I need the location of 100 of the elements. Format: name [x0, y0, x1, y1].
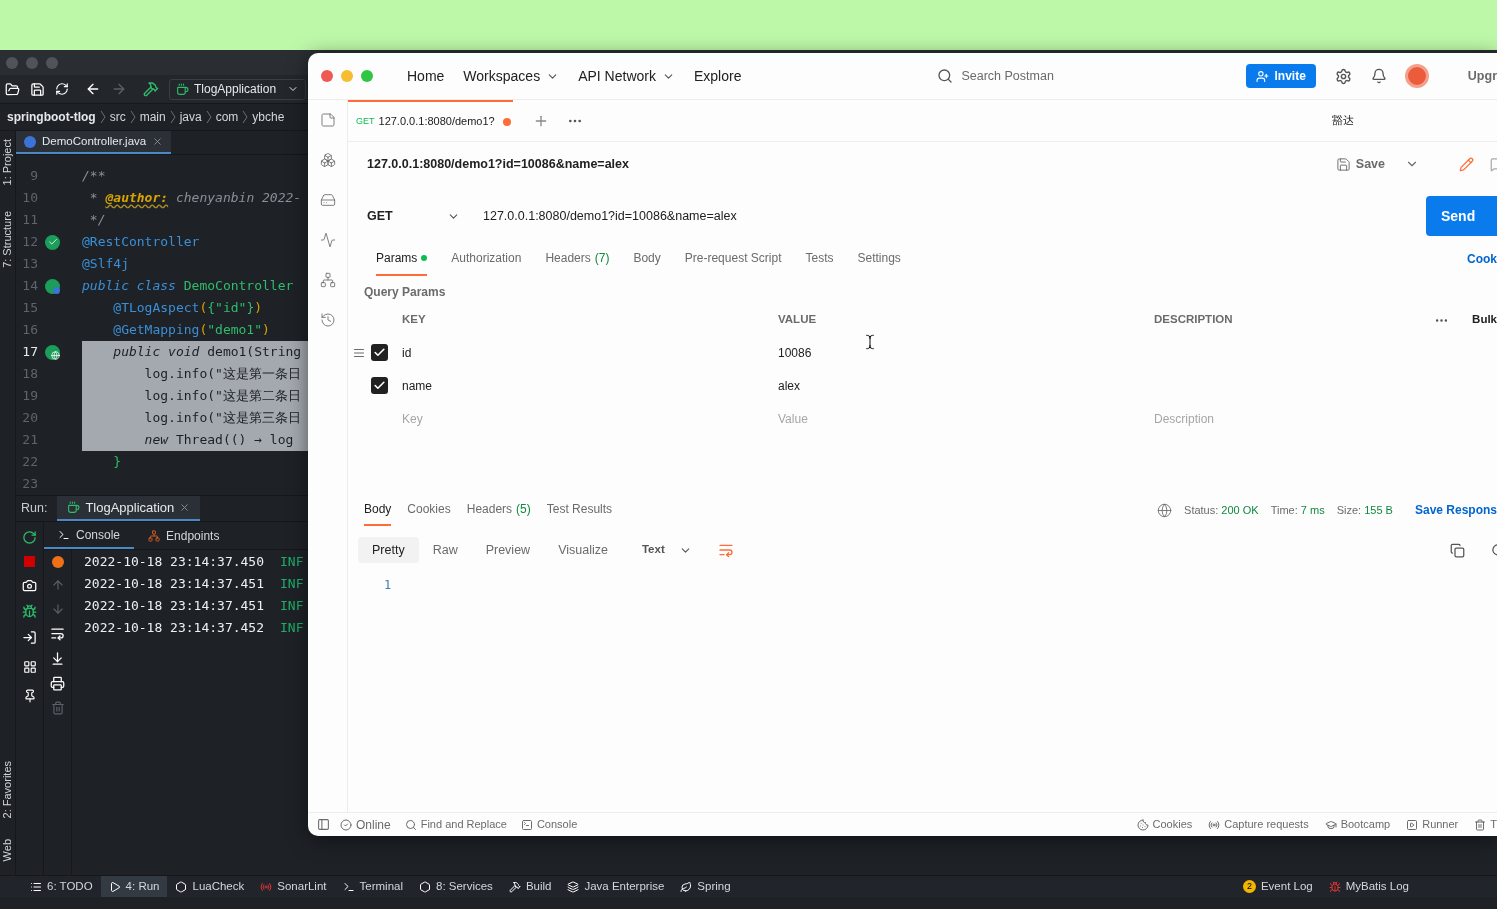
invite-button[interactable]: Invite [1246, 64, 1316, 88]
scroll-to-end-icon[interactable] [50, 651, 65, 666]
cookies-link[interactable]: Cook [1467, 250, 1497, 268]
nav-item[interactable]: Explore [693, 65, 742, 87]
camera-icon[interactable] [22, 578, 37, 593]
editor-tab[interactable]: DemoController.java [16, 131, 172, 154]
tool-window-tab[interactable]: Terminal [334, 875, 411, 898]
breadcrumb-item[interactable]: springboot-tlog [7, 108, 96, 126]
rerun-icon[interactable] [22, 530, 37, 545]
footer-item[interactable]: Runner [1406, 816, 1459, 833]
side-tool-tab[interactable]: 1: Project [0, 139, 16, 186]
avatar[interactable] [1404, 64, 1429, 88]
run-config-dropdown[interactable]: TlogApplication [169, 78, 307, 100]
copy-icon[interactable] [1450, 542, 1465, 558]
console-tab[interactable]: Endpoints [134, 522, 234, 549]
history-icon[interactable] [319, 312, 336, 328]
response-tab[interactable]: Headers (5) [466, 494, 531, 526]
param-value[interactable]: alex [778, 376, 1154, 395]
param-key[interactable]: name [402, 376, 778, 395]
up-icon[interactable] [50, 578, 65, 592]
view-tab[interactable]: Pretty [358, 537, 419, 563]
footer-item[interactable]: Find and Replace [404, 816, 507, 833]
notification-icon[interactable] [1370, 68, 1387, 84]
tool-window-tab[interactable]: Spring [672, 875, 739, 898]
activity-icon[interactable] [319, 232, 336, 248]
drive-icon[interactable] [319, 192, 336, 208]
param-input[interactable]: Description [1154, 409, 1354, 428]
param-key[interactable]: id [402, 343, 778, 362]
layout-icon[interactable] [22, 660, 37, 674]
request-option-tab[interactable]: Pre-request Script [684, 242, 782, 276]
footer-item[interactable]: Console [520, 816, 578, 833]
footer-item[interactable]: Capture requests [1208, 816, 1309, 833]
url-field[interactable]: 127.0.0.1:8080/demo1?id=10086&name=alex [466, 196, 1414, 236]
soft-wrap-icon[interactable] [50, 626, 65, 641]
network-icon[interactable] [319, 272, 336, 288]
forward-icon[interactable] [111, 81, 127, 97]
pencil-icon[interactable] [1459, 156, 1474, 172]
cubes-icon[interactable] [319, 152, 336, 168]
param-value[interactable]: 10086 [778, 343, 1154, 362]
tool-window-tab[interactable]: Build [500, 875, 560, 898]
console-tab[interactable]: Console [44, 522, 135, 549]
tool-window-tab[interactable]: LuaCheck [167, 875, 253, 898]
print-icon[interactable] [50, 676, 65, 691]
bug-icon[interactable] [22, 604, 37, 619]
tool-window-tab[interactable]: 2 Event Log [1234, 875, 1321, 898]
request-option-tab[interactable]: Params [376, 242, 428, 276]
param-input[interactable]: Key [402, 409, 542, 428]
exit-icon[interactable] [22, 630, 37, 645]
request-option-tab[interactable]: Authorization [451, 242, 522, 276]
method-select[interactable]: GET [367, 196, 466, 236]
nav-item[interactable]: Home [407, 65, 445, 87]
settings-icon[interactable] [1334, 67, 1352, 85]
save-button[interactable]: Save [1335, 154, 1385, 174]
breadcrumb-item[interactable]: ybche [252, 108, 285, 126]
tool-window-tab[interactable]: 4: Run [100, 875, 168, 898]
checkbox[interactable] [371, 344, 388, 361]
breadcrumb-item[interactable]: com [215, 108, 239, 126]
param-input[interactable]: Value [778, 409, 918, 428]
pin-icon[interactable] [22, 689, 37, 703]
breadcrumb-item[interactable]: main [139, 108, 166, 126]
request-tab[interactable]: GET 127.0.0.1:8080/demo1? [348, 100, 513, 141]
format-select[interactable]: Text [641, 541, 692, 559]
response-tab[interactable]: Cookies [407, 494, 451, 526]
build-icon[interactable] [143, 81, 159, 97]
response-tab[interactable]: Body [364, 494, 392, 526]
view-tab[interactable]: Preview [471, 537, 545, 563]
side-tool-tab[interactable]: Web [0, 838, 16, 861]
side-tool-tab[interactable]: 7: Structure [0, 211, 16, 269]
checkbox[interactable] [371, 377, 388, 394]
wrap-lines-icon[interactable] [717, 542, 734, 558]
breadcrumb-item[interactable]: java [179, 108, 202, 126]
close-icon[interactable] [152, 136, 164, 147]
footer-item[interactable]: Cookies [1136, 816, 1193, 833]
trash-icon[interactable] [50, 701, 65, 715]
request-option-tab[interactable]: Tests [805, 242, 834, 276]
sync-icon[interactable] [55, 82, 69, 96]
request-option-tab[interactable]: Settings [857, 242, 901, 276]
request-option-tab[interactable]: Body [633, 242, 661, 276]
drag-handle-icon[interactable] [353, 346, 365, 359]
view-tab[interactable]: Visualize [544, 537, 622, 563]
breadcrumb-item[interactable]: src [109, 108, 126, 126]
tool-window-tab[interactable]: Java Enterprise [559, 875, 673, 898]
send-button[interactable]: Send [1426, 196, 1497, 236]
globe-icon[interactable] [1157, 502, 1173, 518]
tool-window-tab[interactable]: 8: Services [411, 875, 501, 898]
folder-icon[interactable] [5, 81, 20, 97]
nav-item[interactable]: API Network [578, 65, 675, 87]
run-tab[interactable]: TlogApplication [57, 496, 201, 521]
tool-window-tab[interactable]: SonarLint [252, 875, 335, 898]
bulk-edit-link[interactable]: Bulk [1472, 311, 1497, 329]
close-icon[interactable] [179, 502, 191, 513]
save-icon[interactable] [30, 81, 45, 97]
tool-window-tab[interactable]: 6: TODO [22, 875, 101, 898]
down-icon[interactable] [50, 602, 65, 616]
request-option-tab[interactable]: Headers (7) [545, 242, 610, 276]
upgrade-button[interactable]: Upgr [1467, 66, 1497, 86]
footer-item[interactable]: Online [340, 815, 391, 834]
nav-item[interactable]: Workspaces [463, 65, 560, 87]
environment-name[interactable]: 豁达 [1332, 112, 1354, 129]
note-icon[interactable] [319, 112, 336, 128]
